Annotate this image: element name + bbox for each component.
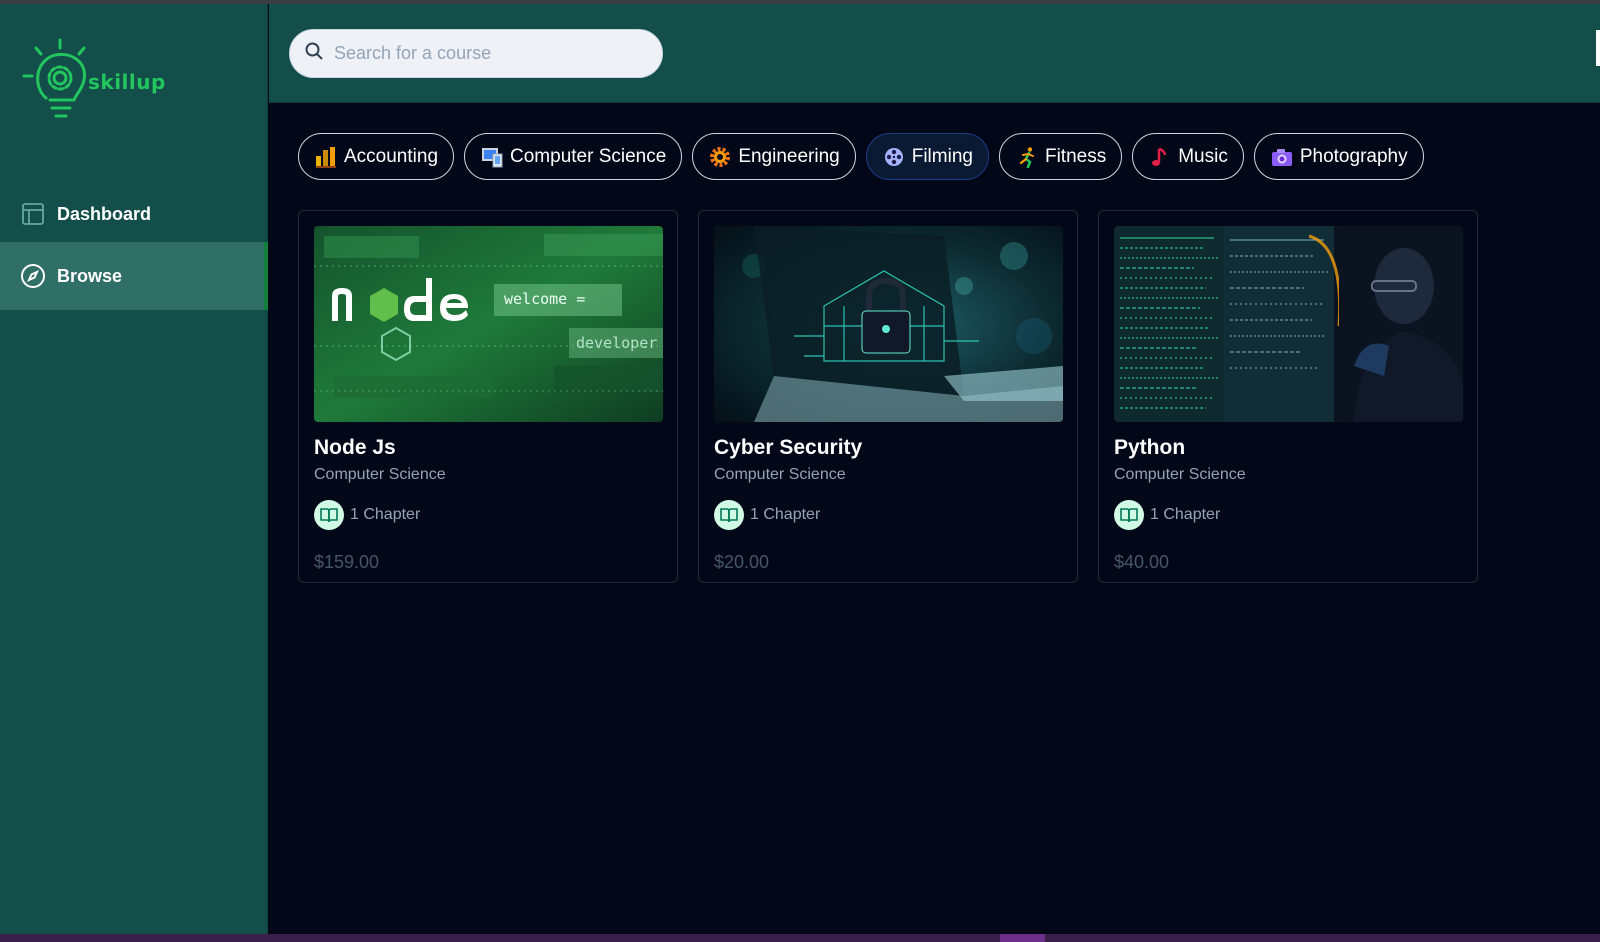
course-card-cyber-security[interactable]: Cyber Security Computer Science 1 Chapte… [698, 210, 1078, 583]
course-title: Python [1114, 436, 1186, 459]
course-thumbnail-cyber-security [714, 226, 1063, 422]
course-title: Cyber Security [714, 436, 863, 459]
sidebar-item-label: Browse [57, 265, 123, 286]
category-chip-music[interactable]: Music [1132, 133, 1244, 180]
camera-emoji-icon [1270, 145, 1294, 169]
course-price: $159.00 [314, 552, 380, 572]
film-reel-emoji-icon [882, 145, 906, 169]
chapter-count-label: 1 Chapter [350, 506, 421, 523]
chapter-count: 1 Chapter [314, 500, 662, 530]
category-chip-accounting[interactable]: Accounting [298, 133, 455, 180]
gear-emoji-icon [708, 145, 732, 169]
course-price: $20.00 [714, 552, 770, 572]
thumbnail-code-text: developer [576, 334, 658, 352]
chapter-count: 1 Chapter [1114, 500, 1462, 530]
category-chip-fitness[interactable]: Fitness [998, 133, 1123, 180]
thumbnail-code-text: welcome = [504, 290, 586, 308]
sidebar-item-label: Dashboard [57, 203, 152, 224]
book-open-icon [314, 500, 344, 530]
layout-icon [20, 201, 46, 227]
scroll-edge-indicator [1596, 30, 1600, 66]
category-label: Photography [1299, 145, 1408, 167]
category-label: Filming [911, 145, 973, 167]
taskbar-active-segment [1000, 934, 1045, 942]
course-grid: welcome = developer Node Js Computer Sci… [298, 210, 1478, 583]
course-thumbnail-node-js: welcome = developer [314, 226, 663, 422]
book-open-icon [1114, 500, 1144, 530]
category-label: Computer Science [510, 145, 667, 167]
course-title: Node Js [314, 436, 396, 459]
course-category: Computer Science [714, 466, 846, 483]
bar-chart-emoji-icon [314, 145, 338, 169]
course-card-node-js[interactable]: welcome = developer Node Js Computer Sci… [298, 210, 678, 583]
sidebar-item-browse[interactable]: Browse [0, 242, 268, 310]
category-label: Accounting [344, 145, 439, 167]
book-open-icon [714, 500, 744, 530]
category-chip-photography[interactable]: Photography [1253, 133, 1424, 180]
category-label: Engineering [738, 145, 840, 167]
compass-icon [20, 263, 46, 289]
logo-text: skillup [88, 70, 166, 94]
top-header [269, 4, 1600, 103]
course-category: Computer Science [1114, 466, 1246, 483]
chapter-count-label: 1 Chapter [1150, 506, 1221, 523]
category-filter-bar: Accounting Computer Science Engineering … [298, 133, 1424, 180]
sidebar-item-dashboard[interactable]: Dashboard [0, 180, 268, 248]
category-chip-filming[interactable]: Filming [865, 133, 989, 180]
search-box[interactable] [289, 29, 663, 78]
course-category: Computer Science [314, 466, 446, 483]
course-thumbnail-python [1114, 226, 1463, 422]
chapter-count-label: 1 Chapter [750, 506, 821, 523]
runner-emoji-icon [1015, 145, 1039, 169]
category-label: Fitness [1044, 145, 1107, 167]
music-note-emoji-icon [1148, 145, 1172, 169]
category-chip-engineering[interactable]: Engineering [692, 133, 856, 180]
search-icon [304, 41, 324, 66]
computer-emoji-icon [480, 145, 504, 169]
chapter-count: 1 Chapter [714, 500, 1062, 530]
taskbar-strip [0, 934, 1600, 942]
category-chip-computer-science[interactable]: Computer Science [464, 133, 683, 180]
search-input[interactable] [334, 43, 654, 64]
category-label: Music [1178, 145, 1228, 167]
sidebar: skillup Dashboard Browse [0, 4, 268, 934]
course-card-python[interactable]: Python Computer Science 1 Chapter $40.00 [1098, 210, 1478, 583]
course-price: $40.00 [1114, 552, 1170, 572]
